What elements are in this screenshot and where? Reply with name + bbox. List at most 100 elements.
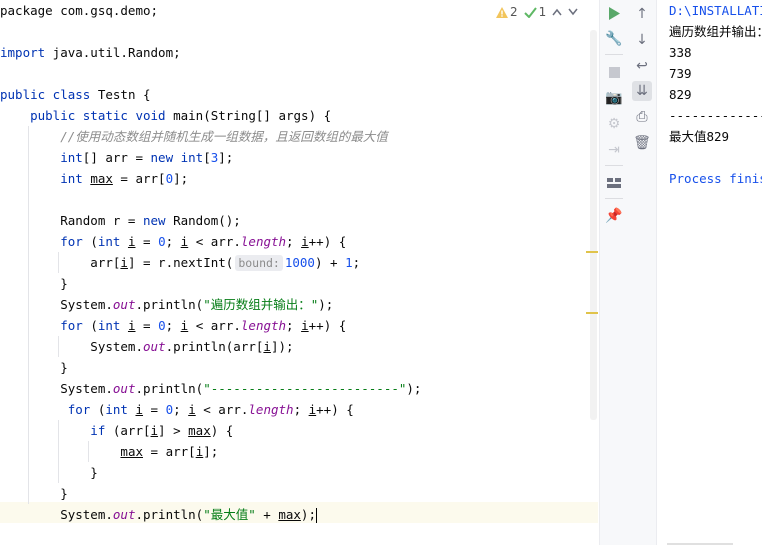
code-token: i bbox=[135, 402, 144, 417]
code-token: ]); bbox=[270, 339, 294, 354]
code-token: i bbox=[301, 234, 309, 249]
scroll-to-end-icon: ⇊ bbox=[636, 83, 648, 99]
code-line[interactable]: } bbox=[0, 273, 68, 294]
code-token: ) + bbox=[314, 255, 346, 270]
code-token: ); bbox=[318, 297, 334, 312]
code-token: new int bbox=[150, 150, 204, 165]
code-line[interactable]: max = arr[i]; bbox=[0, 441, 218, 462]
pin-tab-button[interactable]: 📌 bbox=[604, 206, 624, 226]
code-token: length bbox=[248, 402, 294, 417]
code-line[interactable]: System.out.println("遍历数组并输出："); bbox=[0, 294, 333, 315]
code-line[interactable]: System.out.println(arr[i]); bbox=[0, 336, 294, 357]
stop-button[interactable] bbox=[604, 62, 624, 82]
code-line[interactable]: package com.gsq.demo; bbox=[0, 0, 158, 21]
code-line[interactable]: int[] arr = new int[3]; bbox=[0, 147, 233, 168]
exit-button[interactable]: ⇥ bbox=[604, 140, 624, 160]
code-token: max bbox=[278, 507, 301, 522]
print-button[interactable]: ⎙ bbox=[632, 107, 652, 127]
code-token: package com.gsq.demo; bbox=[0, 3, 159, 18]
code-line[interactable]: System.out.println("--------------------… bbox=[0, 378, 421, 399]
code-token: ; bbox=[352, 255, 361, 270]
code-line[interactable]: System.out.println("最大值" + max); bbox=[0, 504, 317, 525]
printer-icon: ⎙ bbox=[636, 109, 648, 125]
code-token: for bbox=[0, 318, 83, 333]
next-highlight-button[interactable] bbox=[568, 8, 578, 16]
previous-highlight-button[interactable] bbox=[552, 8, 562, 16]
modify-run-configuration-button[interactable]: 🔧 bbox=[604, 29, 624, 49]
code-token: 1 bbox=[345, 255, 353, 270]
code-token: Random r = bbox=[0, 213, 143, 228]
code-token: max bbox=[120, 444, 143, 459]
clear-all-button[interactable]: 🗑 bbox=[632, 133, 652, 153]
weak-warnings-count: 1 bbox=[538, 5, 547, 19]
code-token: .println( bbox=[135, 381, 204, 396]
code-editor[interactable]: package com.gsq.demo; import java.util.Ra… bbox=[0, 0, 598, 545]
scroll-to-end-button[interactable]: ⇊ bbox=[632, 81, 652, 101]
dump-threads-button[interactable]: 📷 bbox=[604, 88, 624, 108]
code-token: int bbox=[97, 318, 128, 333]
code-line[interactable]: } bbox=[0, 462, 98, 483]
code-line[interactable]: arr[i] = r.nextInt(bound: 1000) + 1; bbox=[0, 252, 360, 273]
settings-button[interactable]: ⚙ bbox=[604, 114, 624, 134]
code-line[interactable]: } bbox=[0, 357, 68, 378]
down-stack-trace-button[interactable]: ↓ bbox=[632, 30, 652, 50]
code-token: out bbox=[112, 381, 136, 396]
console-line: 最大值829 bbox=[669, 129, 730, 144]
code-token: ( bbox=[82, 234, 98, 249]
soft-wrap-button[interactable]: ↩ bbox=[632, 56, 652, 76]
code-line[interactable]: } bbox=[0, 483, 68, 504]
code-line[interactable]: for (int i = 0; i < arr.length; i++) { bbox=[0, 231, 346, 252]
run-console[interactable]: D:\INSTALLATIO 遍历数组并输出： 338 739 829 ---------… bbox=[657, 0, 762, 545]
code-token: < arr. bbox=[195, 402, 249, 417]
code-token: .println(arr[ bbox=[165, 339, 264, 354]
code-line[interactable]: import java.util.Random; bbox=[0, 42, 181, 63]
code-token: i bbox=[263, 339, 271, 354]
weak-warnings-indicator[interactable]: 1 bbox=[523, 5, 547, 19]
code-line[interactable]: for (int i = 0; i < arr.length; i++) { bbox=[0, 315, 346, 336]
code-token: new bbox=[143, 213, 166, 228]
rerun-button[interactable] bbox=[604, 3, 624, 23]
inspection-widget[interactable]: 2 1 bbox=[496, 3, 578, 21]
layout-button[interactable] bbox=[604, 173, 624, 193]
code-token: [] arr = bbox=[82, 150, 151, 165]
code-token: int bbox=[105, 402, 136, 417]
code-line[interactable]: //使用动态数组并随机生成一组数据，且返回数组的最大值 bbox=[0, 126, 388, 147]
editor-scrollbar-thumb[interactable] bbox=[590, 30, 597, 420]
code-token: public class bbox=[0, 87, 91, 102]
code-line[interactable]: if (arr[i] > max) { bbox=[0, 420, 233, 441]
code-line[interactable]: public static void main(String[] args) { bbox=[0, 105, 331, 126]
code-token: < arr. bbox=[188, 234, 241, 249]
console-line: 829 bbox=[669, 87, 692, 102]
code-token: < arr. bbox=[188, 318, 241, 333]
code-token: 0 bbox=[165, 171, 174, 186]
code-token: import bbox=[0, 45, 46, 60]
code-token: "遍历数组并输出：" bbox=[203, 297, 319, 312]
code-token: i bbox=[188, 402, 196, 417]
parameter-hint: bound: bbox=[235, 255, 283, 271]
code-token: i bbox=[150, 423, 159, 438]
code-line[interactable]: for (int i = 0; i < arr.length; i++) { bbox=[0, 399, 354, 420]
code-token: System. bbox=[0, 507, 113, 522]
code-token: 0 bbox=[158, 234, 166, 249]
code-token: ( bbox=[90, 402, 106, 417]
code-token: ; bbox=[293, 402, 309, 417]
code-token: java.util.Random; bbox=[45, 45, 181, 60]
code-line[interactable]: int max = arr[0]; bbox=[0, 168, 188, 189]
up-stack-trace-button[interactable]: ↑ bbox=[632, 4, 652, 24]
code-line[interactable]: Random r = new Random(); bbox=[0, 210, 241, 231]
code-token: //使用动态数组并随机生成一组数据，且返回数组的最大值 bbox=[0, 129, 388, 144]
console-line: Process finish bbox=[669, 171, 762, 186]
console-line: 739 bbox=[669, 66, 692, 81]
code-token: System. bbox=[0, 339, 143, 354]
code-token: ); bbox=[300, 507, 316, 522]
code-token: i bbox=[127, 318, 136, 333]
warnings-indicator[interactable]: 2 bbox=[496, 5, 518, 19]
warning-stripe-marker[interactable] bbox=[586, 312, 598, 314]
stop-icon bbox=[608, 66, 620, 78]
code-token: = arr[ bbox=[143, 444, 196, 459]
code-token: main(String[] args) { bbox=[165, 108, 332, 123]
code-token: 1000 bbox=[284, 255, 315, 270]
code-line[interactable]: public class Testn { bbox=[0, 84, 151, 105]
warning-stripe-marker[interactable] bbox=[586, 251, 598, 253]
code-token: 0 bbox=[158, 318, 166, 333]
